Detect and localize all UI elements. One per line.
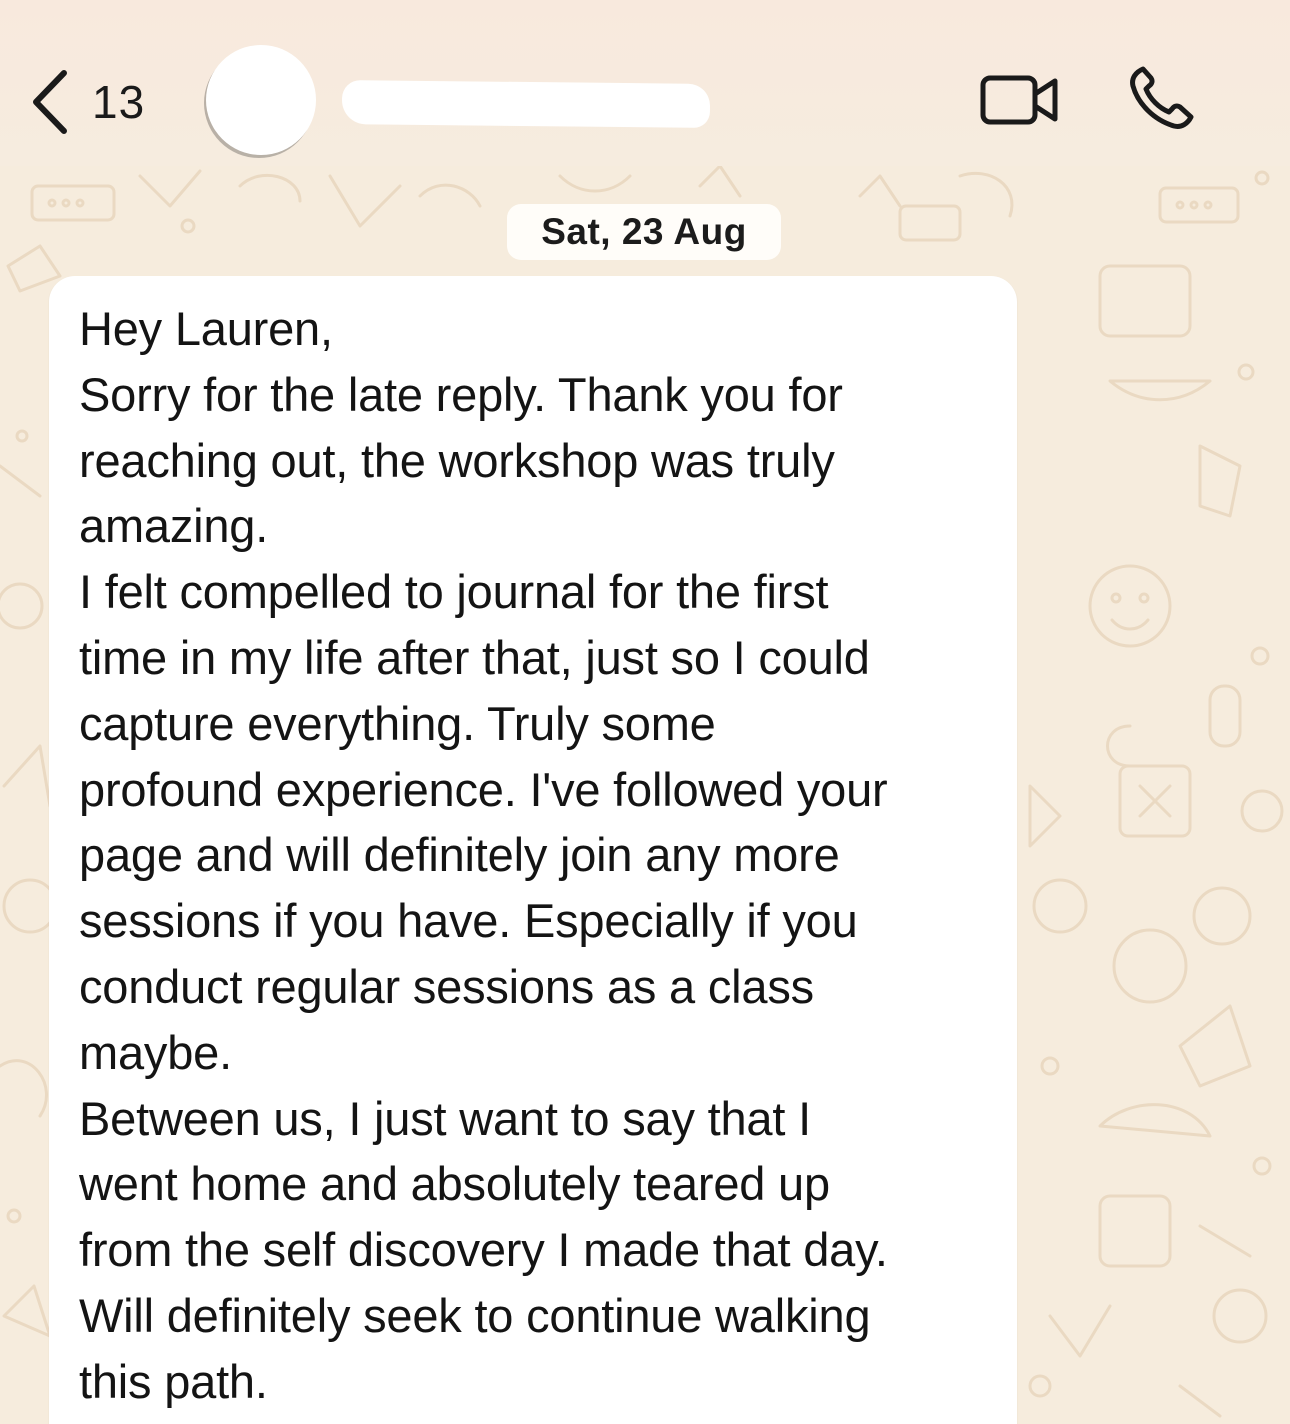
date-separator: Sat, 23 Aug [507,204,781,260]
video-camera-icon [980,75,1058,125]
avatar[interactable] [206,45,316,155]
message-text: Hey Lauren, Sorry for the late reply. Th… [79,302,888,1408]
chat-area[interactable]: Sat, 23 Aug Hey Lauren, Sorry for the la… [0,166,1290,1424]
video-call-button[interactable] [980,70,1060,135]
voice-call-button[interactable] [1126,64,1198,137]
incoming-message-bubble[interactable]: Hey Lauren, Sorry for the late reply. Th… [49,276,1017,1424]
chat-header: 13 [0,0,1290,166]
unread-count: 13 [92,76,146,128]
back-button[interactable]: 13 [30,62,145,142]
chevron-left-icon [33,70,67,134]
phone-icon [1130,66,1194,129]
contact-name-redacted[interactable] [341,80,711,128]
